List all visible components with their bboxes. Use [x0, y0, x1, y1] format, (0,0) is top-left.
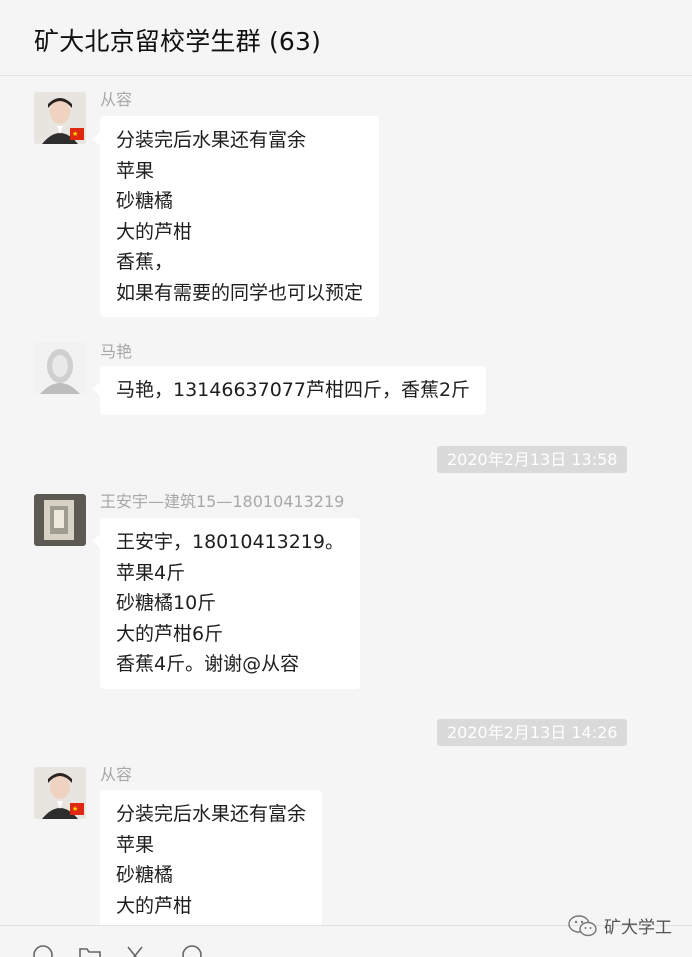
emoji-icon[interactable]	[32, 944, 54, 957]
message-line: 如果有需要的同学也可以预定	[116, 281, 364, 304]
avatar[interactable]: ★	[34, 767, 86, 819]
message-line: 大的芦柑6斤	[116, 622, 224, 645]
message-line: 苹果	[116, 159, 155, 182]
message-line: 砂糖橘	[116, 190, 174, 212]
avatar[interactable]	[34, 494, 86, 546]
message-line: 分装完后水果还有富余	[116, 129, 307, 151]
svg-text:★: ★	[72, 805, 78, 813]
message-bubble[interactable]: 分装完后水果还有富余 苹果 砂糖橘 大的芦柑 香蕉， 如果有需要的同学也可以预定	[92, 116, 380, 317]
wechat-icon	[568, 914, 597, 936]
user-photo-icon: ★	[34, 92, 86, 144]
sender-name: 从容	[100, 90, 133, 109]
watermark: 矿大学工	[568, 913, 672, 938]
message-line: 苹果4斤	[116, 561, 186, 584]
chat-history-icon[interactable]	[180, 944, 204, 957]
message-line: 砂糖橘	[116, 864, 174, 886]
message-bubble[interactable]: 分装完后水果还有富余 苹果 砂糖橘 大的芦柑	[100, 790, 323, 925]
sender-name: 王安宇—建筑15—18010413219	[100, 492, 345, 511]
user-photo-icon	[34, 494, 86, 546]
message-line: 香蕉，	[116, 251, 174, 273]
scissors-icon[interactable]	[124, 944, 146, 957]
timestamp-badge: 2020年2月13日 13:58	[437, 446, 628, 473]
user-photo-icon	[34, 342, 86, 394]
message-line: 大的芦柑	[116, 894, 193, 917]
chat-title: 矿大北京留校学生群 (63)	[34, 27, 322, 56]
watermark-text: 矿大学工	[604, 918, 672, 938]
avatar[interactable]: ★	[34, 92, 86, 144]
folder-icon[interactable]	[78, 944, 102, 957]
message-bubble[interactable]: 马艳，13146637077芦柑四斤，香蕉2斤	[92, 366, 487, 415]
chat-header: 矿大北京留校学生群 (63)	[0, 0, 692, 76]
message-line: 香蕉4斤。谢谢@从容	[116, 653, 300, 675]
user-photo-icon: ★	[34, 767, 86, 819]
message-line: 马艳，13146637077芦柑四斤，香蕉2斤	[116, 379, 471, 401]
sender-name: 马艳	[100, 342, 133, 361]
timestamp-badge: 2020年2月13日 14:26	[437, 719, 628, 746]
message-bubble[interactable]: 王安宇，18010413219。 苹果4斤 砂糖橘10斤 大的芦柑6斤 香蕉4斤…	[93, 518, 360, 689]
message-line: 大的芦柑	[116, 220, 193, 243]
message-line: 分装完后水果还有富余	[116, 803, 307, 825]
message-line: 苹果	[116, 833, 155, 856]
avatar[interactable]	[34, 342, 86, 394]
sender-name: 从容	[100, 765, 133, 784]
message-line: 砂糖橘10斤	[116, 592, 217, 614]
svg-text:★: ★	[72, 130, 78, 138]
message-line: 王安宇，18010413219。	[116, 531, 344, 553]
